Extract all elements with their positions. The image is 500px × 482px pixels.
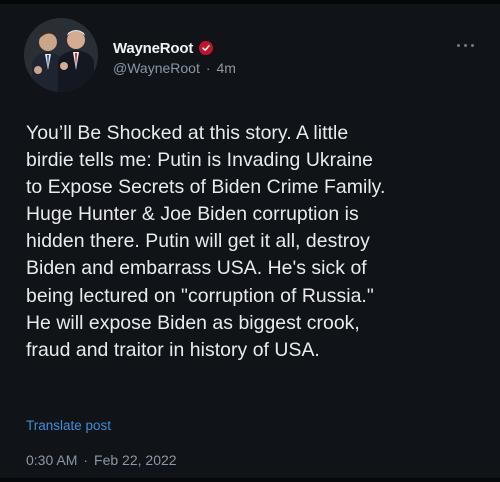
tweet-text-line: hidden there. Putin will get it all, des…: [26, 230, 370, 253]
tweet-text: You’ll Be Shocked at this story. A littl…: [26, 120, 486, 364]
author-display-name[interactable]: WayneRoot: [113, 40, 193, 57]
tweet-text-line: Biden and embarrass USA. He's sick of: [26, 257, 367, 280]
tweet-text-line: fraud and traitor in history of USA.: [26, 338, 320, 361]
tweet-text-line: You’ll Be Shocked at this story. A littl…: [26, 122, 349, 144]
author-handle-row: @WayneRoot · 4m: [113, 60, 236, 76]
tweet-text-line: being lectured on "corruption of Russia.…: [26, 284, 374, 307]
timestamp-row: 0:30 AM · Feb 22, 2022: [26, 452, 177, 468]
tweet-text-line: birdie tells me: Putin is Invading Ukrai…: [26, 149, 373, 172]
separator-dot: ·: [205, 60, 211, 76]
separator-dot: ·: [83, 452, 89, 468]
translate-post-link[interactable]: Translate post: [26, 418, 111, 433]
more-dot: [470, 43, 474, 47]
relative-time[interactable]: 4m: [217, 60, 236, 76]
tweet-card: WayneRoot @WayneRoot · 4m You’ll Be Shoc…: [0, 0, 500, 482]
tweet-text-line: to Expose Secrets of Biden Crime Family.: [26, 176, 386, 199]
more-dot: [456, 43, 460, 47]
tweet-text-line: Huge Hunter & Joe Biden corruption is: [26, 203, 359, 226]
author-handle[interactable]: @WayneRoot: [113, 60, 200, 76]
timestamp-date[interactable]: Feb 22, 2022: [94, 452, 177, 468]
more-dot: [463, 43, 467, 47]
more-options-icon[interactable]: [454, 40, 476, 50]
verified-badge-icon: [199, 41, 214, 55]
author-name-row[interactable]: WayneRoot: [113, 37, 214, 59]
avatar[interactable]: [24, 18, 98, 92]
tweet-text-line: He will expose Biden as biggest crook,: [26, 311, 360, 334]
timestamp-time[interactable]: 0:30 AM: [26, 452, 77, 468]
